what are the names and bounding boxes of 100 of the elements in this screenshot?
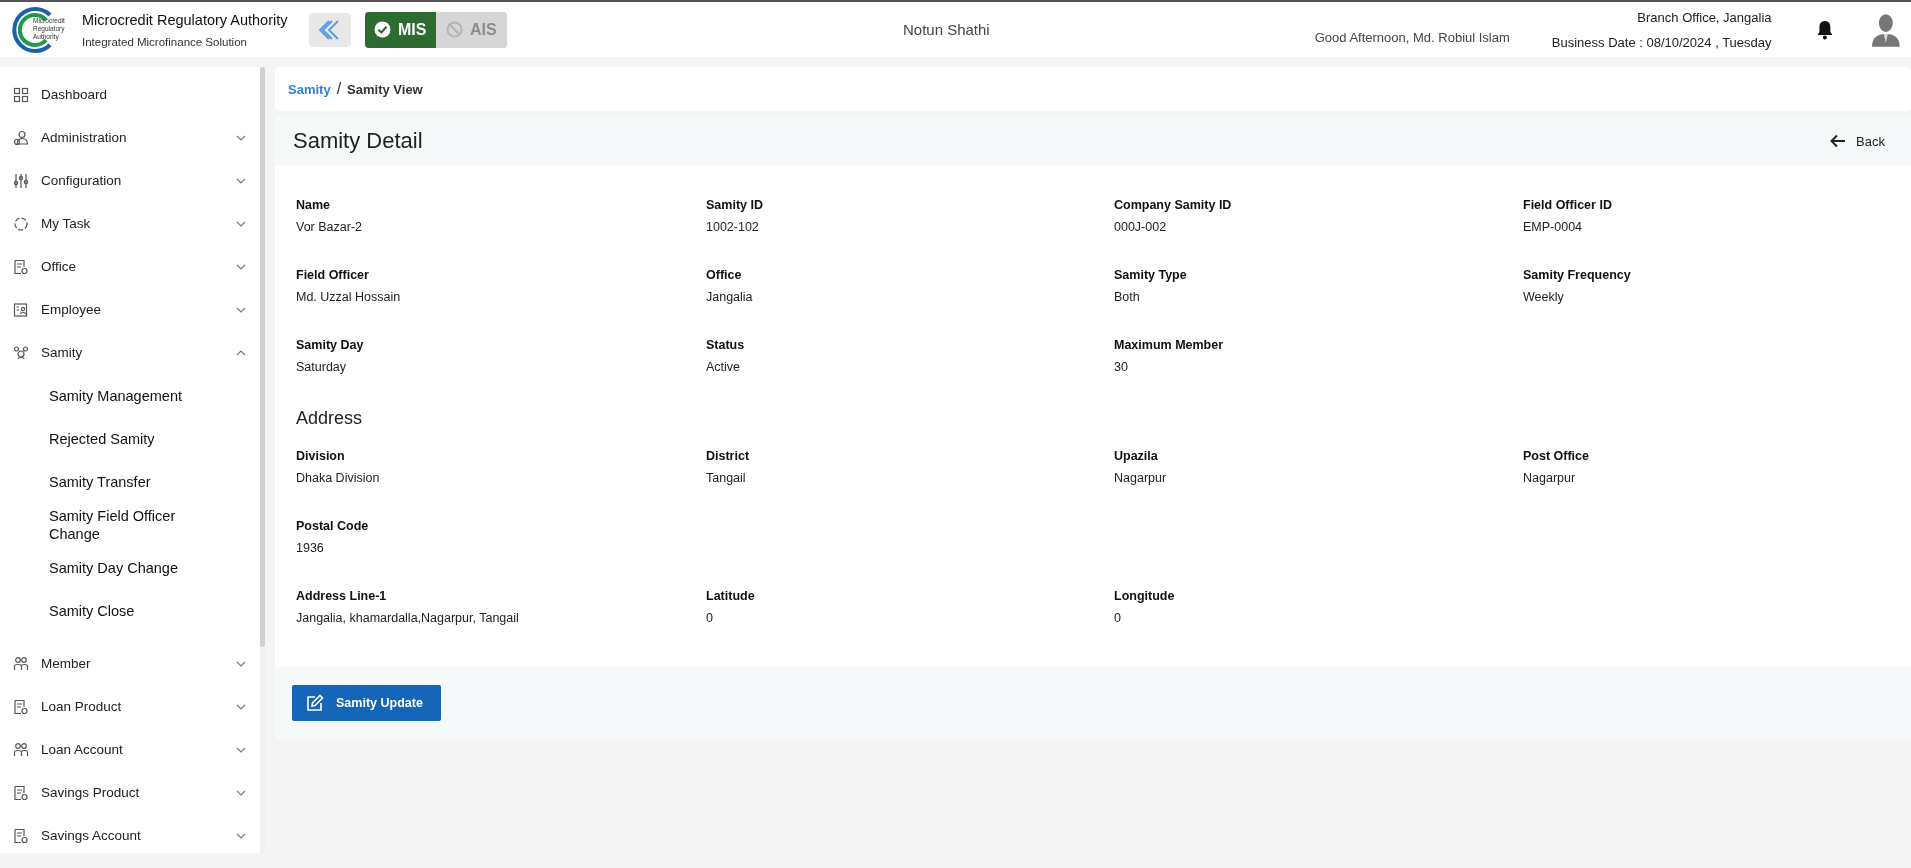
field-value: Nagarpur bbox=[1523, 471, 1576, 485]
sidebar-item[interactable]: Loan Product bbox=[0, 685, 260, 728]
user-avatar-icon[interactable] bbox=[1871, 12, 1901, 47]
people-icon bbox=[13, 655, 29, 672]
sidebar-subitem[interactable]: Samity Close bbox=[0, 589, 199, 632]
field-value: Weekly bbox=[1523, 290, 1564, 304]
field-label: Samity Type bbox=[1114, 268, 1187, 282]
org-name: Microcredit Regulatory Authority bbox=[82, 11, 288, 28]
check-circle-icon bbox=[373, 21, 391, 38]
edit-icon bbox=[306, 694, 324, 712]
sidebar-item[interactable]: Employee bbox=[0, 288, 260, 331]
field-value: Dhaka Division bbox=[296, 471, 380, 485]
arrow-left-icon bbox=[1830, 134, 1847, 148]
sidebar-subitem[interactable]: Rejected Samity bbox=[0, 417, 199, 460]
field-value: Md. Uzzal Hossain bbox=[296, 290, 401, 304]
field-value: 1002-102 bbox=[706, 220, 759, 234]
field-value: 0 bbox=[1114, 611, 1121, 625]
business-date: Business Date : 08/10/2024 , Tuesday bbox=[1551, 34, 1772, 50]
chevron-down-icon bbox=[236, 134, 246, 141]
field-value: Vor Bazar-2 bbox=[296, 220, 362, 234]
section-heading: Address bbox=[296, 408, 364, 429]
field-label: District bbox=[706, 449, 750, 463]
sidebar-item[interactable]: Member bbox=[0, 642, 260, 685]
chevron-down-icon bbox=[236, 263, 246, 270]
scrollbar[interactable] bbox=[260, 67, 265, 853]
people-icon bbox=[13, 741, 29, 758]
notification-bell-icon[interactable] bbox=[1815, 19, 1834, 40]
sidebar-item[interactable]: Configuration bbox=[0, 159, 260, 202]
field-value: Nagarpur bbox=[1114, 471, 1167, 485]
field-value: Tangail bbox=[706, 471, 746, 485]
branch-office: Branch Office, Jangalia bbox=[1637, 9, 1772, 25]
field-value: Jangalia bbox=[706, 290, 753, 304]
chevron-up-icon bbox=[236, 349, 246, 356]
field-label: Address Line-1 bbox=[296, 589, 387, 603]
chevron-down-icon bbox=[236, 789, 246, 796]
sidebar-item[interactable]: My Task bbox=[0, 202, 260, 245]
field-value: Jangalia, khamardalla,Nagarpur, Tangail bbox=[296, 611, 519, 625]
breadcrumb-separator: / bbox=[336, 80, 342, 98]
group-icon bbox=[13, 344, 29, 361]
document-gear-icon bbox=[13, 827, 29, 844]
sidebar-subitem[interactable]: Samity Day Change bbox=[0, 546, 199, 589]
page-title: Samity Detail bbox=[293, 128, 423, 154]
field-label: Postal Code bbox=[296, 519, 369, 533]
chevron-down-icon bbox=[236, 306, 246, 313]
field-label: Samity Day bbox=[296, 338, 364, 352]
field-label: Upazila bbox=[1114, 449, 1158, 463]
chevron-down-icon bbox=[236, 177, 246, 184]
chevron-down-icon bbox=[236, 746, 246, 753]
field-label: Field Officer bbox=[296, 268, 369, 282]
field-label: Post Office bbox=[1523, 449, 1589, 463]
field-label: Name bbox=[296, 198, 331, 212]
field-value: EMP-0004 bbox=[1523, 220, 1583, 234]
document-gear-icon bbox=[13, 784, 29, 801]
back-button[interactable]: Back bbox=[1824, 132, 1891, 150]
sidebar-subitem[interactable]: Samity Management bbox=[0, 374, 199, 417]
field-label: Longitude bbox=[1114, 589, 1175, 603]
grid-icon bbox=[13, 86, 29, 103]
field-label: Field Officer ID bbox=[1523, 198, 1612, 212]
collapse-sidebar-button[interactable] bbox=[308, 12, 351, 47]
org-subtitle: Integrated Microfinance Solution bbox=[82, 35, 248, 48]
sidebar-item[interactable]: Administration bbox=[0, 116, 260, 159]
field-label: Status bbox=[706, 338, 745, 352]
breadcrumb-link[interactable]: Samity bbox=[288, 81, 331, 97]
ngo-name: Notun Shathi bbox=[902, 21, 990, 38]
field-value: 1936 bbox=[296, 541, 324, 555]
document-gear-icon bbox=[13, 258, 29, 275]
sidebar-item[interactable]: Samity bbox=[0, 331, 260, 374]
module-tab[interactable]: MIS bbox=[364, 11, 436, 48]
sidebar-item[interactable]: Dashboard bbox=[0, 73, 260, 116]
prohibited-icon bbox=[446, 21, 463, 38]
sidebar-subitem[interactable]: Samity Transfer bbox=[0, 460, 199, 503]
chevron-down-icon bbox=[236, 703, 246, 710]
sidebar-item[interactable]: Loan Account bbox=[0, 728, 260, 771]
sidebar-item[interactable]: Savings Account bbox=[0, 814, 260, 853]
field-value: Active bbox=[706, 360, 741, 374]
chevron-down-icon bbox=[236, 220, 246, 227]
field-value: 30 bbox=[1114, 360, 1128, 374]
field-label: Latitude bbox=[706, 589, 755, 603]
field-label: Samity Frequency bbox=[1523, 268, 1631, 282]
greeting: Good Afternoon, Md. Robiul Islam bbox=[1314, 30, 1510, 45]
field-value: 000J-002 bbox=[1114, 220, 1167, 234]
field-label: Samity ID bbox=[706, 198, 763, 212]
sliders-icon bbox=[13, 172, 29, 189]
field-value: 0 bbox=[706, 611, 713, 625]
field-label: Company Samity ID bbox=[1114, 198, 1232, 212]
sidebar-subitem[interactable]: Samity Field Officer Change bbox=[0, 503, 199, 546]
dashed-circle-icon bbox=[13, 215, 29, 232]
user-gear-icon bbox=[13, 129, 29, 146]
chevron-down-icon bbox=[236, 660, 246, 667]
id-card-icon bbox=[13, 301, 29, 318]
sidebar-item[interactable]: Savings Product bbox=[0, 771, 260, 814]
document-gear-icon bbox=[13, 698, 29, 715]
field-label: Maximum Member bbox=[1114, 338, 1224, 352]
samity-update-button[interactable]: Samity Update bbox=[292, 685, 441, 721]
field-value: Saturday bbox=[296, 360, 347, 374]
field-label: Division bbox=[296, 449, 345, 463]
breadcrumb-current: Samity View bbox=[347, 81, 423, 97]
chevron-down-icon bbox=[236, 832, 246, 839]
field-label: Office bbox=[706, 268, 742, 282]
sidebar-item[interactable]: Office bbox=[0, 245, 260, 288]
